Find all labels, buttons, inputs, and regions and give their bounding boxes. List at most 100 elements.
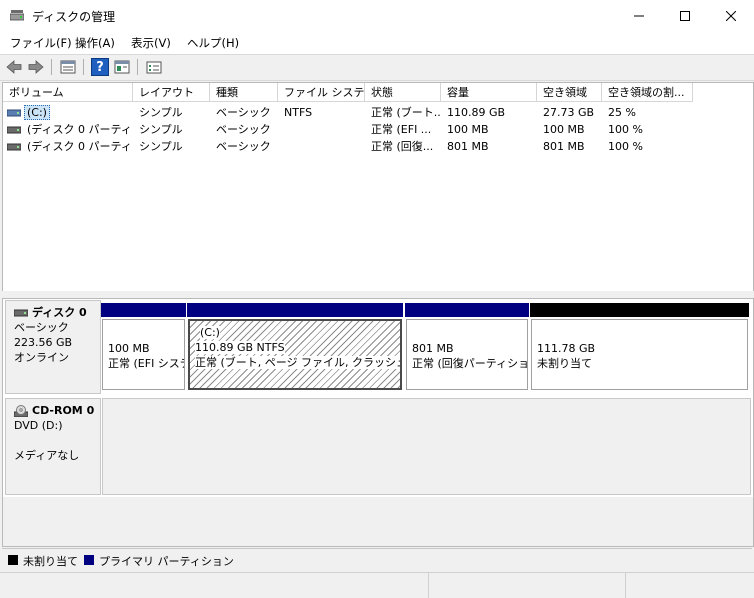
volume-icon (7, 109, 21, 117)
partition-efi[interactable]: 100 MB 正常 (EFI システ (101, 303, 186, 392)
volume-free-space: 801 MB (543, 140, 585, 153)
partition-bar-unallocated (530, 303, 749, 317)
volume-layout: シンプル (139, 123, 183, 136)
table-row[interactable]: (ディスク 0 パーティシ... シンプル ベーシック 正常 (回復... 80… (3, 139, 751, 155)
maximize-button[interactable] (662, 0, 708, 32)
disk-type: ベーシック (14, 321, 69, 334)
legend: 未割り当て プライマリ パーティション (2, 548, 752, 571)
menu-file[interactable]: ファイル(F) (10, 35, 72, 51)
menu-help[interactable]: ヘルプ(H) (187, 35, 239, 51)
close-button[interactable] (708, 0, 754, 32)
hard-disk-icon (14, 309, 28, 316)
menu-view[interactable]: 表示(V) (131, 35, 171, 51)
legend-swatch-primary (84, 555, 94, 565)
close-icon (726, 11, 736, 21)
cdrom-0-label[interactable]: CD-ROM 0 DVD (D:) メディアなし (5, 398, 101, 495)
partition-c-drive[interactable]: (C:) 110.89 GB NTFS 正常 (ブート, ページ ファイル, ク… (187, 303, 403, 392)
partition-body: 801 MB 正常 (回復パーティショ (406, 319, 528, 390)
column-header-type[interactable]: 種類 (210, 83, 278, 102)
status-bar (0, 572, 754, 598)
table-row[interactable]: (C:) シンプル ベーシック NTFS 正常 (ブート... 110.89 G… (3, 105, 751, 121)
partition-body: 100 MB 正常 (EFI システ (102, 319, 185, 390)
partition-size: 111.78 GB (537, 342, 596, 355)
disk-status: オンライン (14, 351, 69, 364)
disk-graphical-view: ディスク 0 ベーシック 223.56 GB オンライン 100 MB 正常 (… (2, 298, 754, 547)
help-icon[interactable]: ? (91, 58, 109, 76)
volume-free-space: 100 MB (543, 123, 585, 136)
volume-status: 正常 (ブート... (371, 106, 441, 119)
legend-label-primary: プライマリ パーティション (99, 555, 234, 568)
disk-size: 223.56 GB (14, 336, 73, 349)
volume-free-percent: 25 % (608, 106, 636, 119)
volume-list: ボリューム レイアウト 種類 ファイル システム 状態 容量 空き領域 空き領域… (2, 82, 754, 292)
back-arrow-icon[interactable] (5, 58, 23, 76)
forward-arrow-icon[interactable] (27, 58, 45, 76)
column-header-status[interactable]: 状態 (365, 83, 441, 102)
cdrom-area (102, 398, 751, 495)
cdrom-status: メディアなし (14, 449, 80, 462)
toolbar-separator (137, 59, 138, 75)
column-header-filesystem[interactable]: ファイル システム (278, 83, 365, 102)
cd-rom-icon (14, 404, 28, 417)
minimize-button[interactable] (616, 0, 662, 32)
partition-size: 100 MB (108, 342, 150, 355)
partition-title: (C:) (200, 326, 220, 339)
table-row[interactable]: (ディスク 0 パーティシ... シンプル ベーシック 正常 (EFI ... … (3, 122, 751, 138)
partition-unallocated[interactable]: 111.78 GB 未割り当て (530, 303, 749, 392)
column-header-free-space[interactable]: 空き領域 (537, 83, 602, 102)
partition-status: 正常 (EFI システ (108, 357, 185, 370)
partition-bar-primary (405, 303, 529, 317)
volume-filesystem: NTFS (284, 106, 313, 119)
column-header-free-percent[interactable]: 空き領域の割... (602, 83, 693, 102)
cdrom-type: DVD (D:) (14, 419, 63, 432)
volume-free-percent: 100 % (608, 123, 643, 136)
disk-management-icon (10, 10, 24, 21)
partition-status: 正常 (回復パーティショ (412, 357, 528, 370)
volume-layout: シンプル (139, 140, 183, 153)
volume-free-percent: 100 % (608, 140, 643, 153)
column-header-layout[interactable]: レイアウト (133, 83, 210, 102)
volume-filesystem (278, 139, 365, 155)
settings-list-icon[interactable] (145, 58, 163, 76)
volume-type: ベーシック (216, 140, 271, 153)
volume-type: ベーシック (216, 106, 271, 119)
volume-layout: シンプル (139, 106, 183, 119)
title-bar: ディスクの管理 (0, 0, 754, 32)
properties-icon[interactable] (59, 58, 77, 76)
minimize-icon (634, 15, 644, 17)
disk-0-label[interactable]: ディスク 0 ベーシック 223.56 GB オンライン (5, 300, 101, 394)
disk-name: ディスク 0 (32, 306, 87, 319)
status-divider (625, 573, 626, 598)
column-header-capacity[interactable]: 容量 (441, 83, 537, 102)
volume-filesystem (278, 122, 365, 138)
volume-capacity: 100 MB (447, 123, 489, 136)
cdrom-name: CD-ROM 0 (32, 404, 95, 417)
menu-bar: ファイル(F) 操作(A) 表示(V) ヘルプ(H) (0, 32, 754, 54)
partition-size: 801 MB (412, 342, 454, 355)
volume-status: 正常 (EFI ... (371, 123, 432, 136)
menu-action[interactable]: 操作(A) (75, 35, 115, 51)
selected-volume-label[interactable]: (C:) (24, 105, 50, 120)
show-hide-pane-icon[interactable] (113, 58, 131, 76)
empty-area (3, 497, 753, 546)
volume-free-space: 27.73 GB (543, 106, 595, 119)
volume-capacity: 801 MB (447, 140, 489, 153)
toolbar: ? (0, 54, 754, 81)
volume-name: (ディスク 0 パーティシ... (27, 123, 133, 136)
status-divider (428, 573, 429, 598)
volume-name: (ディスク 0 パーティシ... (27, 140, 133, 153)
legend-label-unallocated: 未割り当て (23, 555, 78, 568)
volume-type: ベーシック (216, 123, 271, 136)
toolbar-separator (83, 59, 84, 75)
partition-bar-primary (187, 303, 403, 317)
maximize-icon (680, 11, 690, 21)
partition-body-selected: (C:) 110.89 GB NTFS 正常 (ブート, ページ ファイル, ク… (188, 319, 402, 390)
volume-status: 正常 (回復... (371, 140, 434, 153)
column-header-volume[interactable]: ボリューム (3, 83, 133, 102)
partition-size: 110.89 GB NTFS (195, 341, 285, 354)
partition-bar-primary (101, 303, 186, 317)
volume-icon (7, 143, 21, 151)
partition-recovery[interactable]: 801 MB 正常 (回復パーティショ (405, 303, 529, 392)
volume-capacity: 110.89 GB (447, 106, 506, 119)
legend-swatch-unallocated (8, 555, 18, 565)
